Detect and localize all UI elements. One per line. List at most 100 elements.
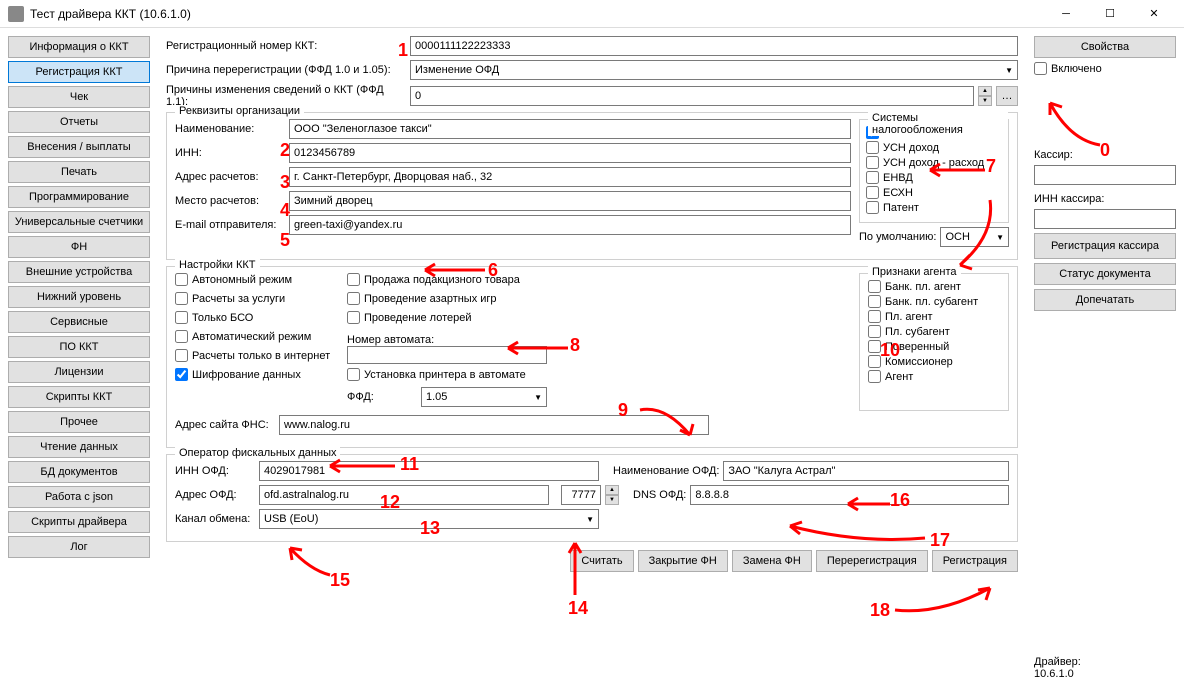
org-place-input[interactable] [289,191,851,211]
driver-version: 10.6.1.0 [1034,668,1176,680]
chevron-down-icon: ▼ [586,515,594,524]
main-panel: Регистрационный номер ККТ: Причина перер… [158,32,1026,684]
close-fn-button[interactable]: Закрытие ФН [638,550,728,572]
close-button[interactable]: ✕ [1132,0,1176,28]
props-button[interactable]: Свойства [1034,36,1176,58]
ofd-channel-label: Канал обмена: [175,513,255,525]
org-email-label: E-mail отправителя: [175,219,285,231]
org-place-label: Место расчетов: [175,195,285,207]
cashier-label: Кассир: [1034,149,1176,161]
sidebar-item[interactable]: Скрипты ККТ [8,386,150,408]
sidebar-item[interactable]: Чтение данных [8,436,150,458]
port-spinner[interactable]: ▲▼ [605,485,619,505]
sidebar-item[interactable]: Печать [8,161,150,183]
replace-fn-button[interactable]: Замена ФН [732,550,812,572]
sidebar-item[interactable]: Сервисные [8,311,150,333]
right-panel: Свойства Включено Кассир: ИНН кассира: Р… [1030,32,1180,684]
kkt-checkbox[interactable]: Проведение азартных игр [347,292,547,305]
ffd-combo[interactable]: 1.05▼ [421,387,547,407]
kkt-checkbox[interactable]: Продажа подакцизного товара [347,273,547,286]
sidebar-item[interactable]: Скрипты драйвера [8,511,150,533]
kkt-checkbox[interactable]: Шифрование данных [175,368,335,381]
agent-checkbox[interactable]: Комиссионер [868,355,1000,368]
sidebar-item[interactable]: Нижний уровень [8,286,150,308]
driver-label: Драйвер: [1034,656,1176,668]
changes-input[interactable] [410,86,974,106]
sidebar-item[interactable]: Лог [8,536,150,558]
enabled-checkbox[interactable]: Включено [1034,62,1176,75]
tax-checkbox[interactable]: ЕСХН [866,186,1002,199]
ofd-fieldset: Оператор фискальных данных ИНН ОФД: Наим… [166,454,1018,542]
kkt-checkbox[interactable]: Проведение лотерей [347,311,547,324]
tax-checkbox[interactable]: УСН доход [866,141,1002,154]
print-more-button[interactable]: Допечатать [1034,289,1176,311]
sidebar-item[interactable]: Чек [8,86,150,108]
rereg-button[interactable]: Перерегистрация [816,550,928,572]
org-fieldset: Реквизиты организации Наименование: ИНН:… [166,112,1018,260]
tax-checkbox[interactable]: УСН доход - расход [866,156,1002,169]
kkt-checkbox[interactable]: Расчеты только в интернет [175,349,335,362]
sidebar-item[interactable]: Регистрация ККТ [8,61,150,83]
org-name-label: Наименование: [175,123,285,135]
kkt-checkbox[interactable]: Расчеты за услуги [175,292,335,305]
sidebar: Информация о ККТ Регистрация ККТ Чек Отчеты… [4,32,154,684]
fns-label: Адрес сайта ФНС: [175,419,275,431]
sidebar-item[interactable]: Лицензии [8,361,150,383]
sidebar-item[interactable]: Внесения / выплаты [8,136,150,158]
sidebar-item[interactable]: БД документов [8,461,150,483]
agent-checkbox[interactable]: Банк. пл. агент [868,280,1000,293]
tax-checkbox[interactable]: Патент [866,201,1002,214]
tax-checkbox[interactable]: ЕНВД [866,171,1002,184]
agent-checkbox[interactable]: Агент [868,370,1000,383]
tax-default-label: По умолчанию: [859,231,936,243]
kkt-checkbox[interactable]: Автономный режим [175,273,335,286]
reg-button[interactable]: Регистрация [932,550,1018,572]
agent-checkbox[interactable]: Поверенный [868,340,1000,353]
tax-default-combo[interactable]: ОСН▼ [940,227,1009,247]
sidebar-item[interactable]: Информация о ККТ [8,36,150,58]
sidebar-item[interactable]: Программирование [8,186,150,208]
read-button[interactable]: Считать [570,550,633,572]
reg-cashier-button[interactable]: Регистрация кассира [1034,233,1176,259]
org-addr-input[interactable] [289,167,851,187]
minimize-button[interactable]: ─ [1044,0,1088,28]
ofd-inn-input[interactable] [259,461,599,481]
cashier-inn-input[interactable] [1034,209,1176,229]
org-email-input[interactable] [289,215,851,235]
ofd-addr-input[interactable] [259,485,549,505]
ofd-dns-input[interactable] [690,485,1009,505]
reg-number-input[interactable] [410,36,1018,56]
sidebar-item[interactable]: ПО ККТ [8,336,150,358]
sidebar-item[interactable]: Внешние устройства [8,261,150,283]
sidebar-item[interactable]: Универсальные счетчики [8,211,150,233]
agent-checkbox[interactable]: Пл. агент [868,310,1000,323]
maximize-button[interactable]: ☐ [1088,0,1132,28]
ofd-name-label: Наименование ОФД: [613,465,719,477]
org-inn-input[interactable] [289,143,851,163]
cashier-input[interactable] [1034,165,1176,185]
printer-checkbox[interactable]: Установка принтера в автомате [347,368,547,381]
sidebar-item[interactable]: Прочее [8,411,150,433]
changes-ellipsis-button[interactable]: … [996,86,1018,106]
chevron-down-icon: ▼ [534,393,542,402]
kkt-checkbox[interactable]: Только БСО [175,311,335,324]
changes-spinner[interactable]: ▲▼ [978,86,992,106]
automata-label: Номер автомата: [347,334,547,346]
org-name-input[interactable] [289,119,851,139]
doc-status-button[interactable]: Статус документа [1034,263,1176,285]
automata-input[interactable] [347,346,547,364]
ofd-name-input[interactable] [723,461,1009,481]
ofd-port-input[interactable] [561,485,601,505]
rereg-reason-combo[interactable]: Изменение ОФД▼ [410,60,1018,80]
ofd-dns-label: DNS ОФД: [633,489,686,501]
kkt-checkbox[interactable]: Автоматический режим [175,330,335,343]
agent-checkbox[interactable]: Банк. пл. субагент [868,295,1000,308]
org-inn-label: ИНН: [175,147,285,159]
ofd-channel-combo[interactable]: USB (EoU)▼ [259,509,599,529]
sidebar-item[interactable]: Отчеты [8,111,150,133]
sidebar-item[interactable]: ФН [8,236,150,258]
agent-checkbox[interactable]: Пл. субагент [868,325,1000,338]
fns-input[interactable] [279,415,709,435]
ofd-inn-label: ИНН ОФД: [175,465,255,477]
sidebar-item[interactable]: Работа с json [8,486,150,508]
